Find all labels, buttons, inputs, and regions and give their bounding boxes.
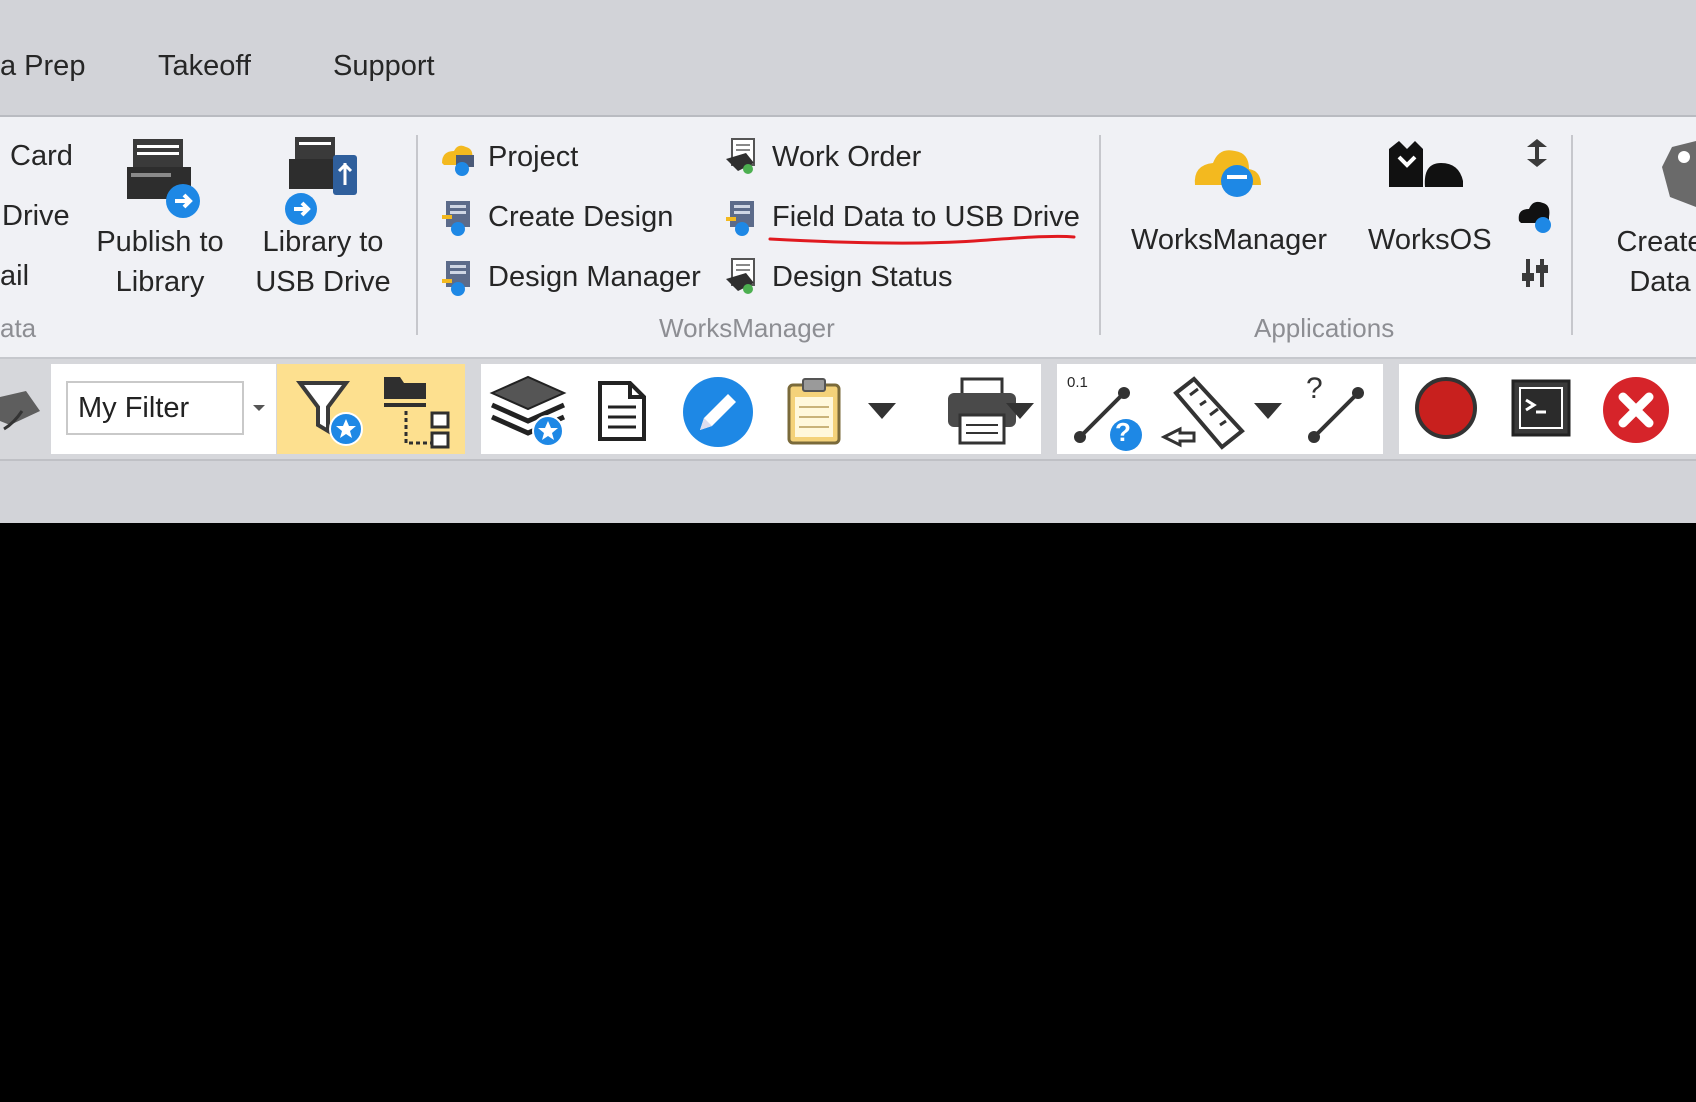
create-design-icon	[442, 201, 470, 236]
library-line1: Library to	[262, 226, 384, 258]
field-data-usb-icon	[726, 201, 754, 236]
cancel-icon[interactable]	[1601, 375, 1671, 445]
ruler-dropdown-arrow[interactable]	[1252, 401, 1284, 421]
terminal-icon[interactable]	[1510, 378, 1572, 438]
annotation-underline	[768, 234, 1076, 245]
worksmanager-group-label: WorksManager	[659, 313, 835, 343]
project-icon	[442, 145, 474, 176]
publish-library-icon	[127, 139, 200, 218]
mail-button[interactable]: ail	[0, 260, 29, 293]
menu-takeoff[interactable]: Takeoff	[158, 50, 251, 83]
design-status-button[interactable]: Design Status	[722, 253, 953, 301]
edit-pencil-icon[interactable]	[682, 376, 754, 448]
create-data-button[interactable]: Create Data	[1600, 222, 1696, 302]
measure-query-mark: ?	[1115, 417, 1131, 447]
publish-to-library-button[interactable]: Publish to Library	[85, 222, 235, 302]
design-manager-label: Design Manager	[488, 260, 701, 293]
design-manager-icon	[442, 261, 470, 296]
clipboard-dropdown-arrow[interactable]	[866, 401, 898, 421]
worksos-app-icon	[1389, 141, 1463, 187]
design-manager-button[interactable]: Design Manager	[438, 253, 701, 301]
status-strip	[0, 461, 1696, 523]
design-status-label: Design Status	[772, 260, 953, 293]
field-data-usb-label: Field Data to USB Drive	[772, 200, 1080, 233]
design-status-icon	[726, 258, 755, 294]
ribbon-separator	[1571, 135, 1573, 335]
ribbon-separator	[416, 135, 418, 335]
pen-tool-icon[interactable]	[0, 381, 44, 437]
project-label: Project	[488, 140, 579, 173]
record-icon[interactable]	[1414, 376, 1478, 440]
layer-folder-icon[interactable]	[382, 373, 454, 449]
create-data-line1: Create	[1616, 226, 1696, 258]
chevron-down-icon[interactable]	[251, 402, 267, 414]
query-distance-mark: ?	[1306, 372, 1323, 405]
data-group-label: ata	[0, 313, 37, 343]
settings-sliders-icon[interactable]	[1518, 255, 1554, 291]
ruler-icon[interactable]	[1160, 373, 1246, 455]
applications-group-label: Applications	[1254, 313, 1395, 343]
sync-icon[interactable]	[1519, 135, 1555, 171]
cloud-icon[interactable]	[1515, 195, 1555, 235]
ribbon-separator	[1099, 135, 1101, 335]
create-design-label: Create Design	[488, 200, 674, 233]
work-order-icon	[726, 138, 755, 174]
menu-support[interactable]: Support	[333, 50, 435, 83]
library-usb-icon	[285, 137, 357, 225]
drive-button[interactable]: Drive	[2, 200, 70, 233]
layers-favorite-icon[interactable]	[488, 373, 568, 449]
library-to-usb-button[interactable]: Library to USB Drive	[248, 222, 398, 302]
document-icon[interactable]	[594, 379, 650, 443]
print-dropdown-arrow[interactable]	[1004, 401, 1036, 421]
clipboard-icon[interactable]	[785, 375, 843, 445]
work-order-label: Work Order	[772, 140, 922, 173]
create-design-button[interactable]: Create Design	[438, 193, 673, 241]
menu-bar: a Prep Takeoff Support	[0, 0, 1696, 117]
worksos-app-button[interactable]: WorksOS	[1368, 224, 1492, 257]
filter-dropdown[interactable]: My Filter	[66, 381, 244, 435]
work-order-button[interactable]: Work Order	[722, 133, 921, 181]
menu-data-prep[interactable]: a Prep	[0, 50, 85, 83]
create-data-line2: Data	[1629, 266, 1691, 298]
map-canvas[interactable]	[0, 523, 1696, 1102]
publish-line2: Library	[115, 266, 205, 298]
ribbon: Card Drive ail ata Publish to Library Li…	[0, 117, 1696, 359]
filter-favorite-icon[interactable]	[296, 379, 366, 449]
create-data-icon	[1662, 141, 1696, 207]
toolbar: My Filter 0.1 ? ?	[0, 359, 1696, 461]
library-line2: USB Drive	[255, 266, 391, 298]
worksmanager-app-button[interactable]: WorksManager	[1131, 224, 1327, 257]
publish-line1: Publish to	[96, 226, 224, 258]
measure-query-icon[interactable]	[1066, 377, 1146, 451]
project-button[interactable]: Project	[438, 133, 578, 181]
card-button[interactable]: Card	[10, 140, 73, 173]
worksmanager-app-icon	[1194, 150, 1261, 197]
